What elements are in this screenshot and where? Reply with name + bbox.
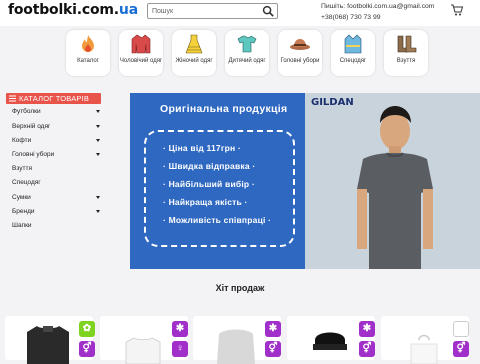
vest-icon — [344, 34, 362, 54]
sidebar-item-bags[interactable]: Сумки — [12, 194, 100, 201]
sidebar-item-sweaters[interactable]: Кофти — [12, 137, 100, 144]
product-strip: ✿ ⚥ ✱ ♀ ✱ ⚥ ✱ ⚥ ⚥ — [0, 316, 480, 364]
flame-icon — [82, 35, 94, 52]
jacket-icon — [131, 34, 151, 54]
banner-title: Оригінальна продукція — [160, 103, 288, 115]
snowflake-icon: ✱ — [359, 321, 375, 337]
category-catalog[interactable]: Каталог — [66, 30, 110, 76]
sidebar-item-hats[interactable]: Головні убори — [12, 151, 100, 158]
sidebar-item-brands[interactable]: Бренди — [12, 208, 100, 215]
gender-icon: ⚥ — [265, 341, 281, 357]
search-box — [147, 3, 278, 19]
catalog-sidebar-header[interactable]: КАТАЛОГ ТОВАРІВ — [6, 93, 101, 104]
product-card[interactable]: ✿ ⚥ — [5, 316, 95, 364]
brand-logo: GILDAN — [311, 97, 354, 108]
lotus-icon: ✿ — [79, 321, 95, 337]
site-logo[interactable]: footbolki.com.ua — [8, 2, 138, 18]
contact-email[interactable]: Пишіть: footbolki.com.ua@gmail.com — [321, 1, 434, 12]
chevron-down-icon — [96, 196, 100, 199]
category-hats[interactable]: Головні убори — [278, 30, 322, 76]
sidebar-item-shoes[interactable]: Взуття — [12, 165, 100, 172]
product-card[interactable]: ⚥ — [381, 316, 469, 364]
product-image — [125, 337, 161, 364]
product-image — [410, 334, 438, 364]
sidebar-item-workwear[interactable]: Спецодяг — [12, 179, 100, 186]
category-men[interactable]: Чоловічий одяг — [119, 30, 163, 76]
category-kids[interactable]: Дитячий одяг — [225, 30, 269, 76]
female-icon: ♀ — [172, 341, 188, 357]
category-women[interactable]: Жіночий одяг — [172, 30, 216, 76]
model-photo — [357, 106, 433, 269]
category-workwear[interactable]: Спецодяг — [331, 30, 375, 76]
chevron-down-icon — [96, 153, 100, 156]
snowflake-icon: ✱ — [172, 321, 188, 337]
placeholder-icon — [453, 321, 469, 337]
promo-banner[interactable]: GILDAN Оригінальна продукція · Ціна від … — [130, 93, 480, 269]
cart-icon[interactable] — [450, 3, 464, 17]
chevron-down-icon — [96, 110, 100, 113]
search-icon[interactable] — [262, 5, 275, 18]
product-card[interactable]: ✱ ⚥ — [193, 316, 281, 364]
product-image — [217, 329, 255, 364]
sidebar-item-beanies[interactable]: Шапки — [12, 222, 100, 229]
dress-icon — [185, 34, 203, 54]
banner-photo-area — [305, 93, 480, 269]
product-card[interactable]: ✱ ♀ — [100, 316, 188, 364]
banner-point: · Можливість співпраці · — [163, 215, 272, 225]
search-input[interactable] — [152, 6, 262, 17]
banner-point: · Найбільший вибір · — [163, 179, 255, 189]
gender-icon: ⚥ — [79, 341, 95, 357]
chevron-down-icon — [96, 210, 100, 213]
tshirt-icon — [237, 35, 257, 53]
product-image — [27, 326, 69, 364]
header: footbolki.com.ua Пишіть: footbolki.com.u… — [0, 0, 480, 26]
product-card[interactable]: ✱ ⚥ — [287, 316, 375, 360]
snowflake-icon: ✱ — [265, 321, 281, 337]
banner-point: · Ціна від 117грн · — [163, 143, 241, 153]
product-image — [313, 332, 347, 350]
chevron-down-icon — [96, 125, 100, 128]
category-shoes[interactable]: Взуття — [384, 30, 428, 76]
chevron-down-icon — [96, 139, 100, 142]
sidebar-item-tshirts[interactable]: Футболки — [12, 108, 100, 115]
banner-point: · Найкраща якість · — [163, 197, 248, 207]
sidebar-item-outerwear[interactable]: Верхній одяг — [12, 123, 100, 130]
banner-point: · Швидка відправка · — [163, 161, 256, 171]
contacts: Пишіть: footbolki.com.ua@gmail.com +38(0… — [321, 1, 434, 23]
section-title: Хіт продаж — [215, 283, 265, 293]
gender-icon: ⚥ — [359, 341, 375, 357]
boots-icon — [397, 35, 417, 53]
gender-icon: ⚥ — [453, 341, 469, 357]
contact-phone[interactable]: +38(068) 730 73 99 — [321, 12, 434, 23]
menu-icon — [9, 95, 16, 102]
hat-icon — [290, 39, 310, 50]
